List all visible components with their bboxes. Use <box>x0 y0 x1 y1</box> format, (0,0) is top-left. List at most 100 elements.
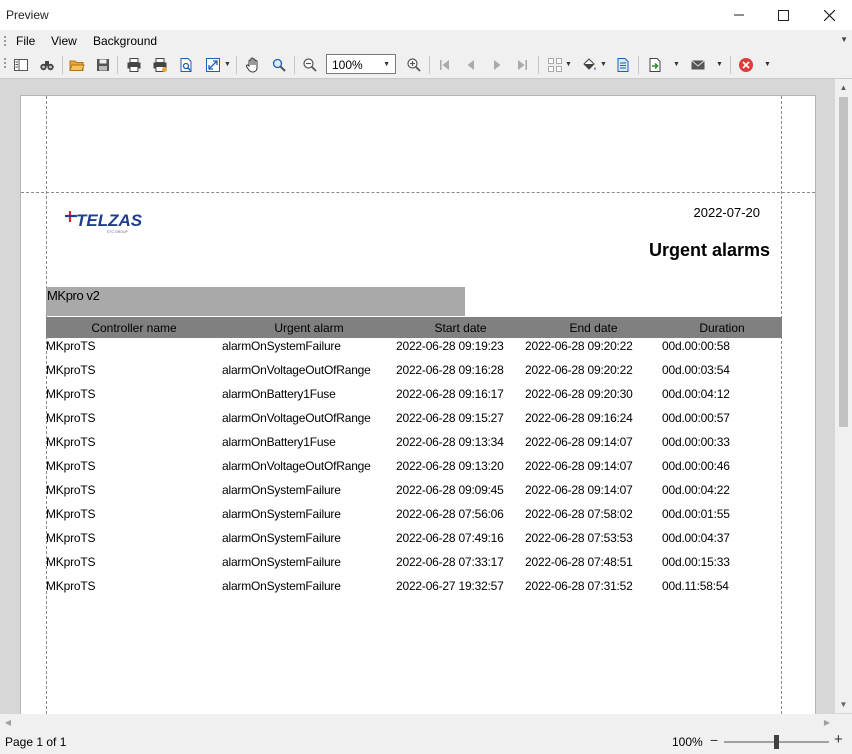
fill-background-dropdown-icon[interactable]: ▼ <box>600 61 607 68</box>
first-page-button[interactable] <box>435 55 455 75</box>
cell-duration: 00d.00:03:54 <box>662 363 730 377</box>
export-dropdown-icon[interactable]: ▼ <box>673 61 680 68</box>
cell-duration: 00d.00:00:57 <box>662 411 730 425</box>
horizontal-scrollbar[interactable]: ◀ ▶ <box>0 714 835 730</box>
column-header-alarm: Urgent alarm <box>274 321 344 335</box>
cell-duration: 00d.00:00:58 <box>662 339 730 353</box>
send-email-button[interactable] <box>688 55 708 75</box>
menubar-grip-icon[interactable] <box>4 36 7 48</box>
scroll-right-icon[interactable]: ▶ <box>819 714 835 730</box>
print-button[interactable] <box>124 55 144 75</box>
find-button[interactable] <box>37 55 57 75</box>
scroll-down-icon[interactable]: ▼ <box>835 696 852 713</box>
save-button[interactable] <box>93 55 113 75</box>
cell-controller: MKproTS <box>46 411 96 425</box>
group-header: MKpro v2 <box>46 287 465 316</box>
cell-duration: 00d.11:58:54 <box>662 579 729 593</box>
vertical-scroll-thumb[interactable] <box>839 97 848 427</box>
cell-end-date: 2022-06-28 09:14:07 <box>525 483 633 497</box>
cell-duration: 00d.00:04:22 <box>662 483 730 497</box>
logo-text: TELZAS <box>76 211 143 230</box>
quick-print-button[interactable] <box>150 55 170 75</box>
maximize-icon <box>777 9 789 21</box>
maximize-button[interactable] <box>760 0 806 30</box>
zoom-slider-thumb[interactable] <box>774 735 779 749</box>
zoom-combobox[interactable]: 100% ▼ <box>326 54 396 74</box>
table-row: MKproTS alarmOnBattery1Fuse 2022-06-28 0… <box>46 434 782 458</box>
scroll-left-icon[interactable]: ◀ <box>0 714 16 730</box>
cell-controller: MKproTS <box>46 459 96 473</box>
export-button[interactable] <box>645 55 665 75</box>
report-page: TELZAS ETC GROUP 2022-07-20 Urgent alarm… <box>20 95 816 714</box>
table-row: MKproTS alarmOnVoltageOutOfRange 2022-06… <box>46 458 782 482</box>
cell-alarm: alarmOnBattery1Fuse <box>222 435 336 449</box>
cell-end-date: 2022-06-28 09:20:22 <box>525 363 633 377</box>
cell-alarm: alarmOnSystemFailure <box>222 483 341 497</box>
cell-start-date: 2022-06-28 09:13:34 <box>396 435 504 449</box>
zoom-slider-minus-icon[interactable]: − <box>710 732 718 748</box>
status-bar: Page 1 of 1 100% − + <box>0 730 852 754</box>
cell-start-date: 2022-06-28 07:56:06 <box>396 507 504 521</box>
company-logo: TELZAS ETC GROUP <box>65 208 161 236</box>
toolbar-separator <box>117 56 118 74</box>
zoom-in-button[interactable] <box>404 55 424 75</box>
page-setup-button[interactable] <box>176 55 196 75</box>
open-button[interactable] <box>67 55 87 75</box>
multiple-pages-button[interactable] <box>545 55 565 75</box>
close-preview-button[interactable] <box>736 55 756 75</box>
page-info: Page 1 of 1 <box>5 735 67 749</box>
send-email-dropdown-icon[interactable]: ▼ <box>716 61 723 68</box>
cell-controller: MKproTS <box>46 579 96 593</box>
cell-duration: 00d.00:04:37 <box>662 531 730 545</box>
toolbar: ▼ ▼ ▼ ▼ ▼ ▼ <box>0 52 852 78</box>
navigation-pane-button[interactable] <box>11 55 31 75</box>
multiple-pages-dropdown-icon[interactable]: ▼ <box>565 61 572 68</box>
window-title: Preview <box>6 8 49 22</box>
watermark-button[interactable] <box>613 55 633 75</box>
menu-view[interactable]: View <box>51 34 77 48</box>
toolbar-grip-icon[interactable] <box>4 58 7 70</box>
table-row: MKproTS alarmOnVoltageOutOfRange 2022-06… <box>46 362 782 386</box>
toolbar-separator <box>294 56 295 74</box>
minimize-button[interactable] <box>716 0 762 30</box>
close-preview-dropdown-icon[interactable]: ▼ <box>764 61 771 68</box>
magnifier-button[interactable] <box>269 55 289 75</box>
toolbar-separator <box>638 56 639 74</box>
scroll-up-icon[interactable]: ▲ <box>835 79 852 96</box>
next-page-button[interactable] <box>487 55 507 75</box>
close-window-button[interactable] <box>806 0 852 30</box>
chevron-down-icon[interactable]: ▼ <box>383 61 390 68</box>
scale-button[interactable] <box>203 55 223 75</box>
previous-page-icon <box>467 60 474 70</box>
menubar-overflow-icon[interactable]: ▼ <box>840 35 848 44</box>
fill-background-icon <box>583 58 596 70</box>
scale-dropdown-icon[interactable]: ▼ <box>224 61 231 68</box>
menu-background[interactable]: Background <box>93 34 157 48</box>
previous-page-button[interactable] <box>461 55 481 75</box>
cell-alarm: alarmOnVoltageOutOfRange <box>222 459 371 473</box>
hand-tool-button[interactable] <box>243 55 263 75</box>
cell-end-date: 2022-06-28 09:20:30 <box>525 387 633 401</box>
menu-file[interactable]: File <box>16 34 35 48</box>
table-row: MKproTS alarmOnSystemFailure 2022-06-28 … <box>46 482 782 506</box>
document-viewport[interactable]: TELZAS ETC GROUP 2022-07-20 Urgent alarm… <box>0 78 852 714</box>
table-row: MKproTS alarmOnBattery1Fuse 2022-06-28 0… <box>46 386 782 410</box>
zoom-combobox-value: 100% <box>332 58 363 72</box>
column-header-controller: Controller name <box>91 321 177 335</box>
toolbar-separator <box>236 56 237 74</box>
cell-start-date: 2022-06-28 09:15:27 <box>396 411 504 425</box>
cell-controller: MKproTS <box>46 507 96 521</box>
zoom-out-button[interactable] <box>300 55 320 75</box>
last-page-button[interactable] <box>512 55 532 75</box>
cell-duration: 00d.00:00:33 <box>662 435 730 449</box>
fill-background-button[interactable] <box>579 55 599 75</box>
column-header-end: End date <box>569 321 618 335</box>
cell-start-date: 2022-06-28 07:49:16 <box>396 531 504 545</box>
menu-bar: File View Background ▼ <box>0 30 852 52</box>
find-icon <box>40 61 54 71</box>
vertical-scrollbar[interactable]: ▲ ▼ <box>835 79 852 713</box>
margin-guide-top <box>21 192 815 193</box>
cell-alarm: alarmOnSystemFailure <box>222 555 341 569</box>
cell-alarm: alarmOnBattery1Fuse <box>222 387 336 401</box>
zoom-slider-plus-icon[interactable]: + <box>834 731 843 748</box>
